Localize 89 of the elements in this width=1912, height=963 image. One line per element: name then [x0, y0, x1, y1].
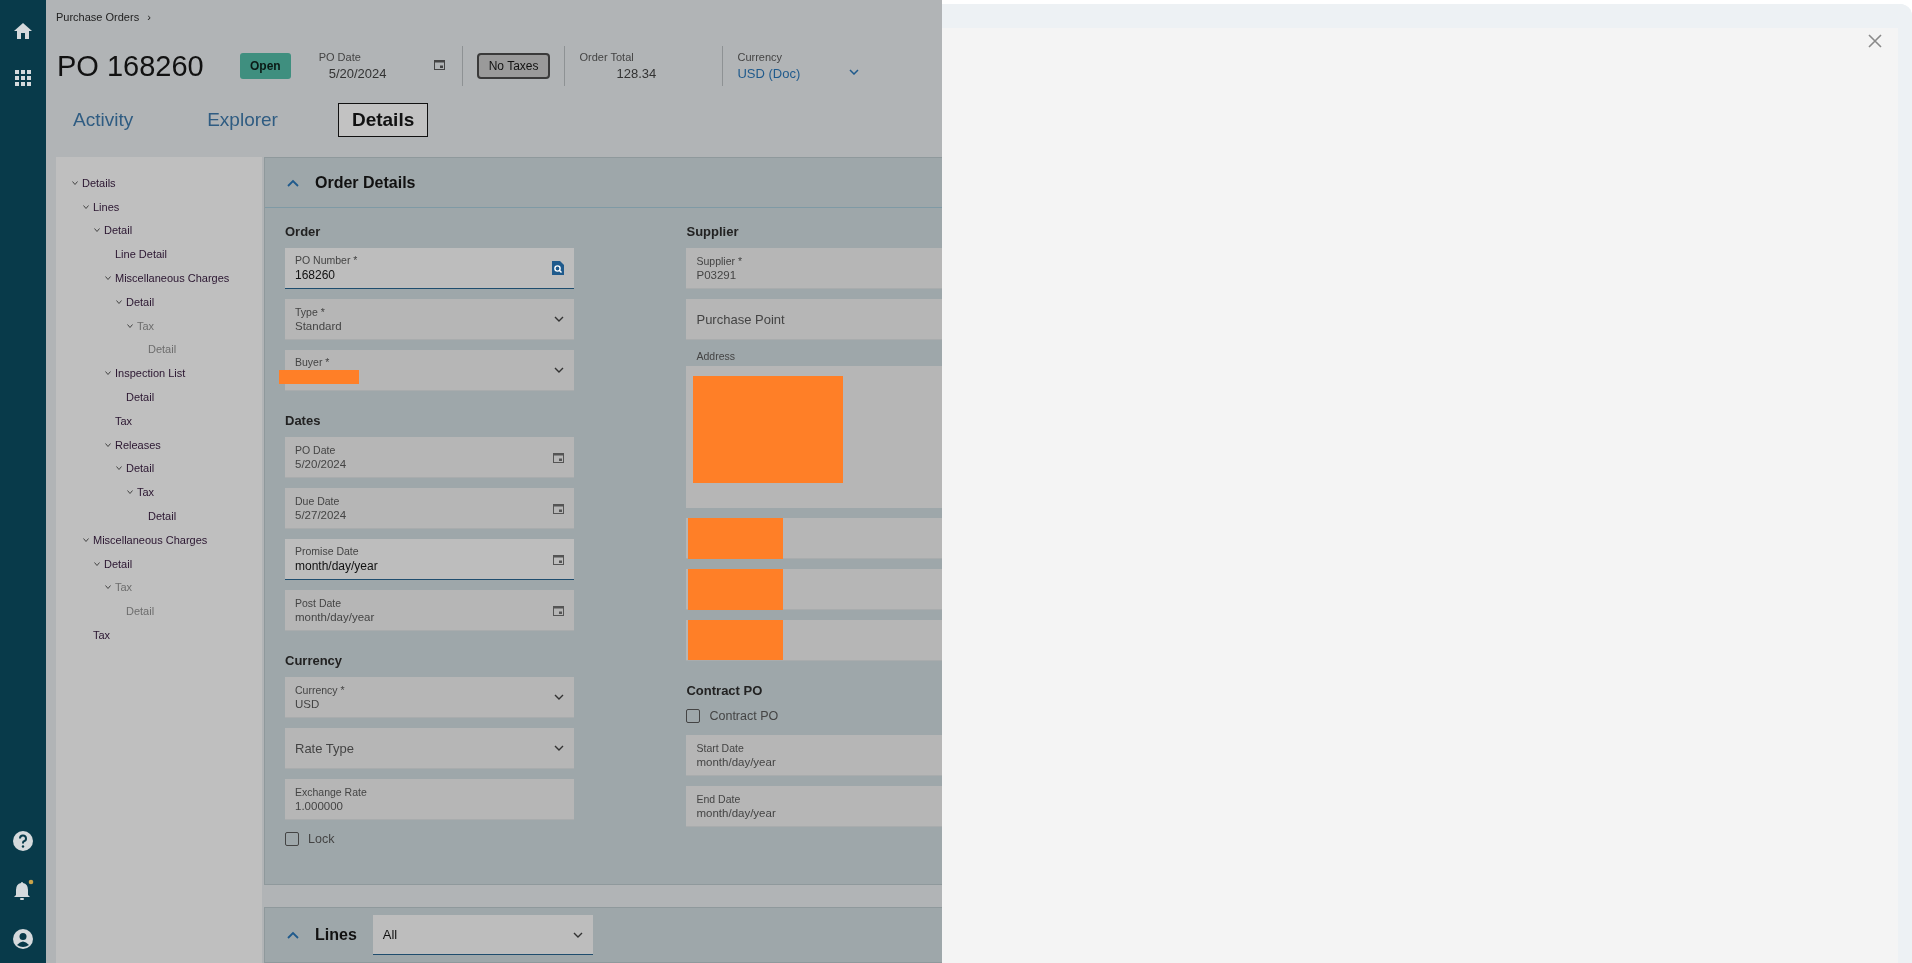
chevron-icon[interactable] [94, 227, 100, 234]
date-field[interactable]: Post Date month/day/year [285, 590, 575, 631]
close-icon[interactable] [1868, 34, 1882, 48]
chevron-down-icon[interactable] [849, 69, 860, 75]
calendar-icon[interactable] [433, 59, 445, 70]
group-heading: Supplier [686, 224, 740, 240]
chevron-down-icon[interactable] [554, 745, 565, 751]
dropdown-field[interactable]: Rate Type [285, 728, 575, 769]
group-heading: Contract PO [686, 683, 764, 699]
help-icon[interactable] [13, 831, 33, 851]
tree-item[interactable]: Tax [115, 414, 133, 427]
collapse-chevron-icon[interactable] [287, 931, 299, 939]
input-field[interactable]: PO Number * 168260 [285, 248, 575, 289]
checkbox-label: Contract PO [709, 709, 779, 723]
order-total-label: Order Total [579, 51, 635, 63]
dropdown-field[interactable]: Currency * USD [285, 677, 575, 718]
checkbox[interactable] [686, 709, 701, 723]
chevron-icon[interactable] [105, 275, 111, 282]
group-heading: Currency [285, 653, 344, 669]
currency-label: Currency [737, 51, 784, 63]
calendar-icon[interactable] [553, 451, 565, 463]
date-field[interactable]: Promise Date month/day/year [285, 539, 575, 580]
chevron-icon[interactable] [94, 560, 100, 567]
date-field[interactable]: PO Date 5/20/2024 [285, 437, 575, 478]
page-title: PO 168260 [57, 49, 205, 83]
chevron-down-icon[interactable] [554, 316, 565, 322]
no-taxes-button[interactable]: No Taxes [476, 53, 551, 79]
tab[interactable]: Details [337, 103, 429, 137]
collapse-chevron-icon[interactable] [287, 178, 299, 187]
calendar-icon[interactable] [553, 502, 565, 514]
chevron-icon[interactable] [83, 203, 89, 210]
calendar-icon[interactable] [553, 553, 565, 565]
user-account-icon[interactable] [13, 929, 33, 949]
input-field[interactable]: Exchange Rate 1.000000 [285, 779, 575, 820]
order-total-value: 128.34 [615, 66, 658, 81]
tree-item[interactable]: Detail [126, 462, 155, 475]
po-date-label: PO Date [318, 51, 362, 63]
tree-item[interactable]: Line Detail [115, 248, 167, 261]
tree-item[interactable]: Details [82, 176, 116, 189]
address-field[interactable] [686, 366, 942, 508]
chevron-icon[interactable] [116, 465, 122, 472]
dropdown-field[interactable]: Type * Standard [285, 299, 575, 340]
home-icon[interactable] [13, 22, 33, 40]
chevron-icon[interactable] [105, 441, 111, 448]
input-field[interactable] [686, 569, 942, 610]
input-field[interactable]: Purchase Point [686, 299, 942, 340]
currency-selector[interactable]: USD (Doc) [737, 66, 888, 81]
field-label: Address [695, 350, 736, 362]
input-field[interactable] [686, 518, 942, 559]
chevron-icon[interactable] [127, 489, 133, 496]
input-field[interactable]: Supplier * P03291 [686, 248, 942, 289]
breadcrumb-separator: › [147, 11, 151, 25]
tree-item[interactable]: Detail [126, 391, 155, 404]
input-field[interactable]: End Date month/day/year [686, 786, 942, 827]
chevron-icon[interactable] [105, 370, 111, 377]
section-title: Order Details [315, 173, 416, 192]
tree-item[interactable]: Detail [104, 224, 133, 237]
apps-grid-icon[interactable] [15, 70, 31, 86]
tree-item[interactable]: Tax [137, 486, 155, 499]
group-heading: Dates [285, 413, 322, 429]
chevron-down-icon[interactable] [554, 694, 565, 700]
tree-item[interactable]: Detail [126, 295, 155, 308]
filter-dropdown[interactable]: All [372, 915, 593, 955]
search-icon[interactable] [552, 261, 565, 275]
section-title: Lines [315, 926, 357, 944]
tree-item[interactable]: Tax [93, 629, 111, 642]
calendar-icon[interactable] [553, 604, 565, 616]
chevron-icon[interactable] [83, 536, 89, 543]
checkbox-label: Lock [308, 832, 335, 846]
breadcrumb-link[interactable]: Purchase Orders [56, 11, 140, 25]
chevron-down-icon[interactable] [572, 931, 583, 938]
chevron-icon[interactable] [72, 179, 78, 186]
date-field[interactable]: Due Date 5/27/2024 [285, 488, 575, 529]
tree-item[interactable]: Lines [93, 200, 120, 213]
chevron-down-icon[interactable] [554, 367, 565, 373]
tree-item[interactable]: Detail [104, 557, 133, 570]
group-heading: Order [285, 224, 322, 240]
status-badge: Open [240, 53, 291, 79]
input-field[interactable]: Start Date month/day/year [686, 735, 942, 776]
checkbox[interactable] [285, 832, 299, 846]
input-field[interactable] [686, 620, 942, 661]
tree-item[interactable]: Detail [148, 510, 177, 523]
tree-item[interactable]: Releases [115, 438, 161, 451]
po-date-value: 5/20/2024 [327, 66, 388, 81]
tree-item[interactable]: Miscellaneous Charges [93, 533, 208, 546]
notification-bell-icon[interactable] [12, 879, 34, 901]
chevron-icon[interactable] [116, 298, 122, 305]
tree-item[interactable]: Miscellaneous Charges [115, 272, 230, 285]
tree-item[interactable]: Inspection List [115, 367, 186, 380]
